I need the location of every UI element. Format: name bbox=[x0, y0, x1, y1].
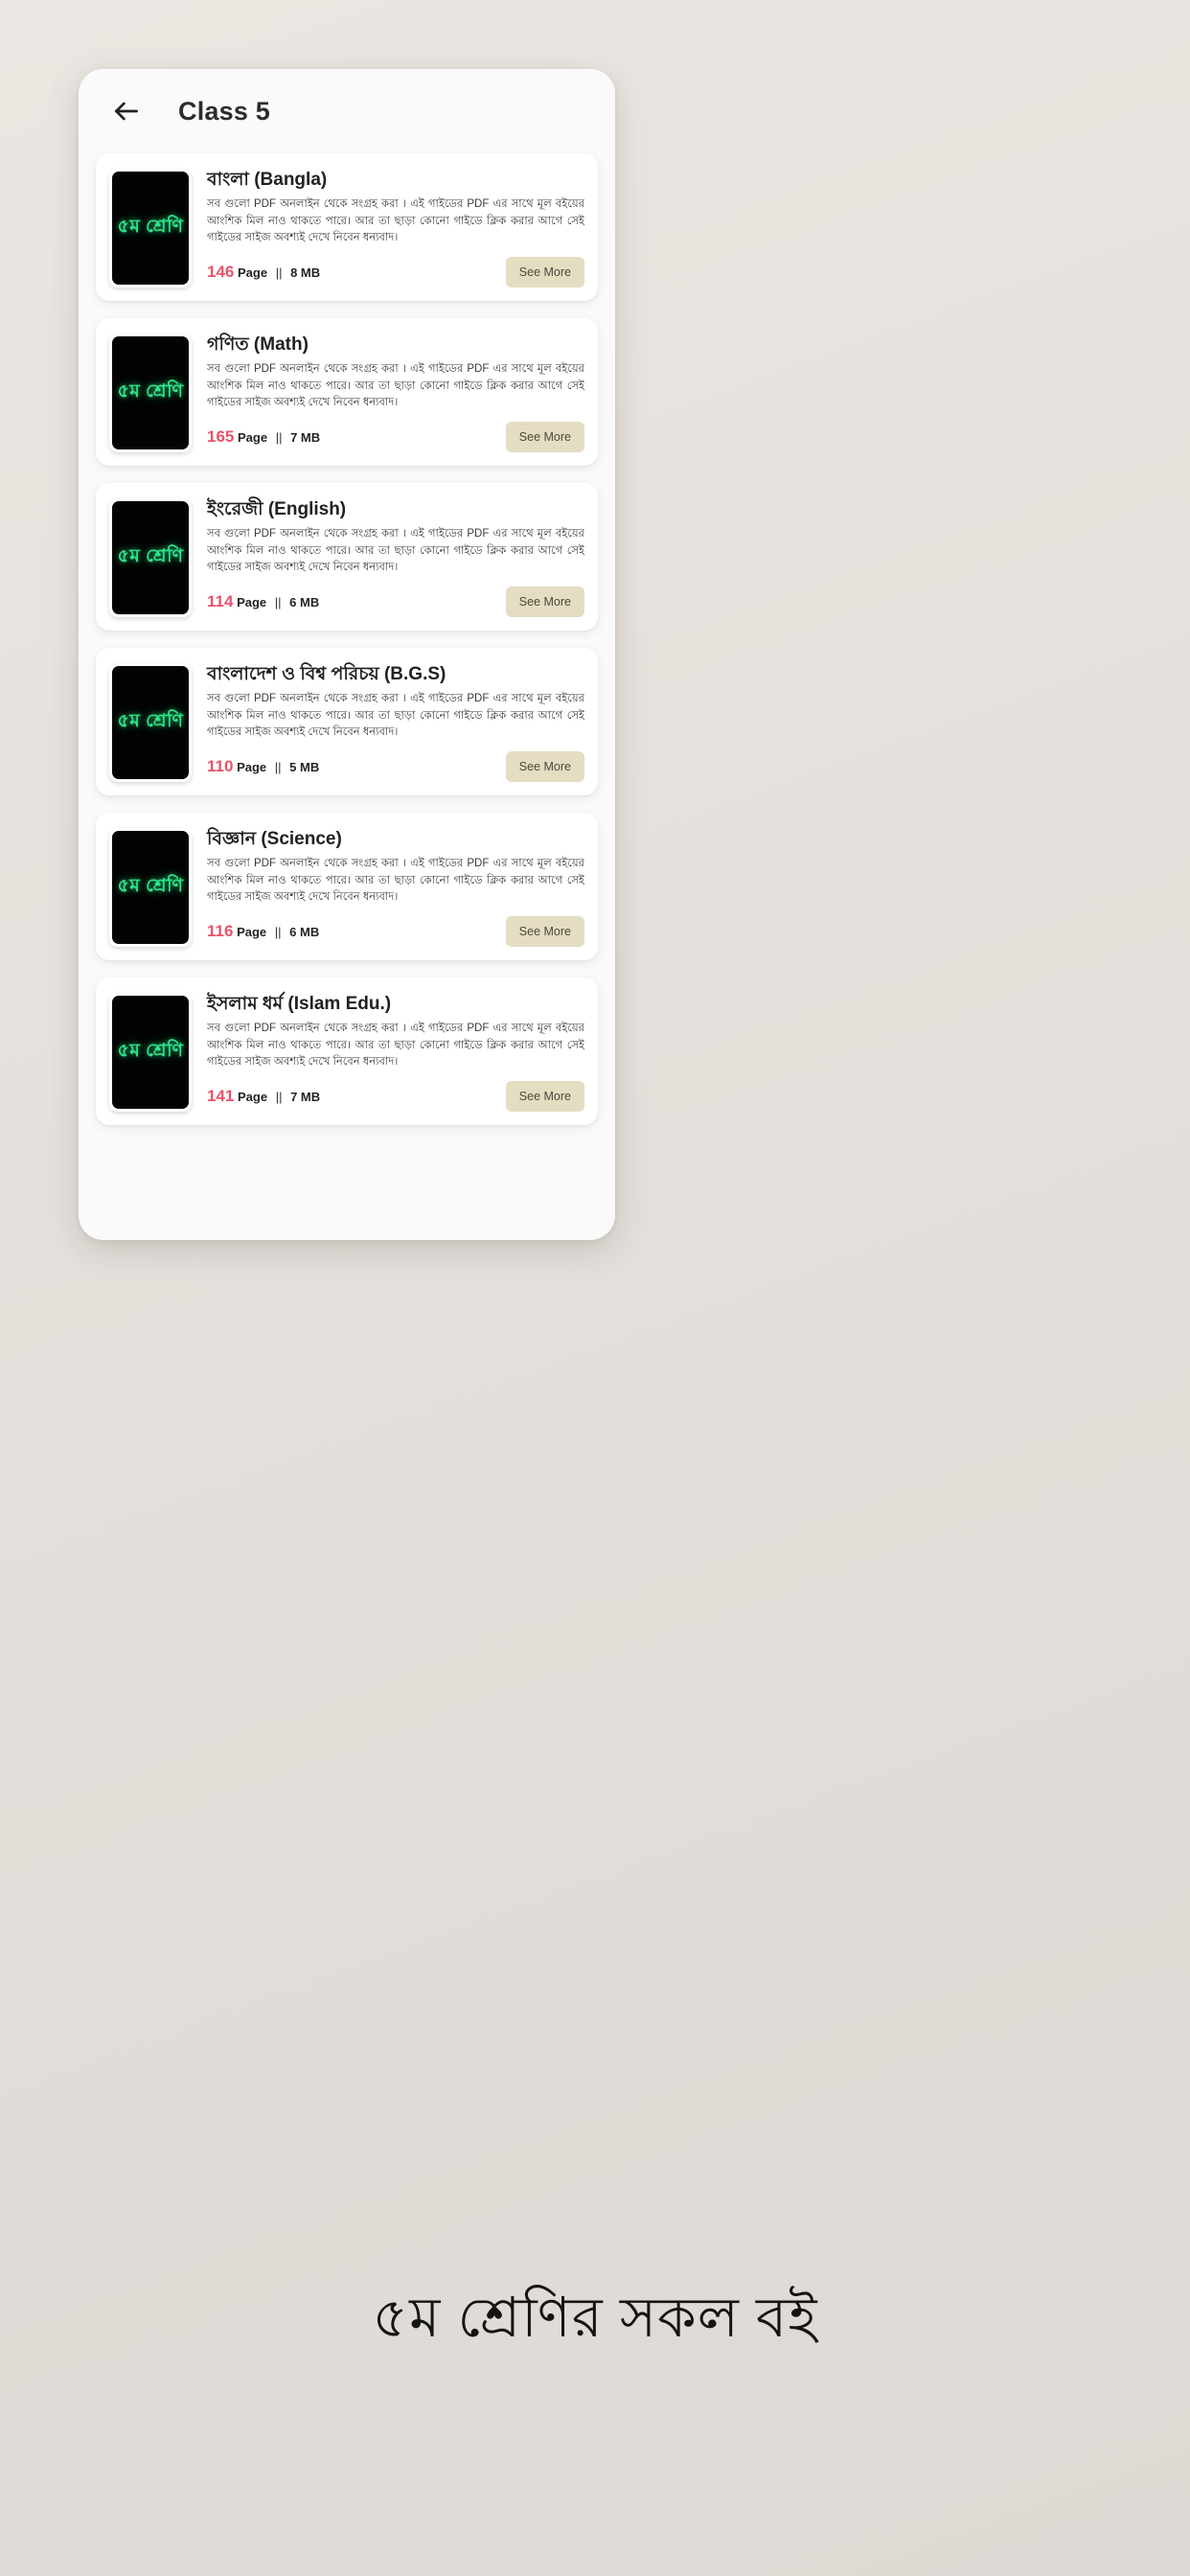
thumbnail-label: ৫ম শ্রেণি bbox=[117, 546, 184, 566]
book-thumbnail: ৫ম শ্রেণি bbox=[109, 828, 192, 947]
book-meta: 141 Page || 7 MB bbox=[207, 1087, 320, 1106]
page-count: 165 bbox=[207, 427, 235, 446]
thumbnail-image: ৫ম শ্রেণি bbox=[112, 501, 189, 614]
book-description: সব গুলো PDF অনলাইন থেকে সংগ্রহ করা । এই … bbox=[207, 692, 584, 739]
book-footer: 116 Page || 6 MB See More bbox=[207, 916, 584, 947]
screenshot-root: Class 5 ৫ম শ্রেণি বাংলা (Bangla) সব গুলো… bbox=[0, 0, 1190, 2576]
meta-separator: || bbox=[275, 265, 283, 280]
back-button[interactable] bbox=[102, 86, 151, 136]
book-card[interactable]: ৫ম শ্রেণি বাংলা (Bangla) সব গুলো PDF অনল… bbox=[96, 153, 598, 301]
book-title: ইংরেজী (English) bbox=[207, 499, 347, 519]
bottom-caption: ৫ম শ্রেণির সকল বই bbox=[372, 2287, 818, 2349]
thumbnail-image: ৫ম শ্রেণি bbox=[112, 666, 189, 779]
page-unit: Page bbox=[238, 265, 268, 280]
see-more-button[interactable]: See More bbox=[505, 422, 584, 452]
phone-frame: Class 5 ৫ম শ্রেণি বাংলা (Bangla) সব গুলো… bbox=[79, 69, 615, 1240]
book-description: সব গুলো PDF অনলাইন থেকে সংগ্রহ করা । এই … bbox=[207, 197, 584, 244]
book-footer: 114 Page || 6 MB See More bbox=[207, 586, 584, 617]
page-count: 146 bbox=[207, 263, 235, 281]
book-meta: 146 Page || 8 MB bbox=[207, 263, 320, 282]
page-unit: Page bbox=[237, 925, 267, 939]
meta-separator: || bbox=[275, 430, 283, 445]
page-count: 114 bbox=[207, 592, 234, 610]
thumbnail-label: ৫ম শ্রেণি bbox=[117, 1041, 184, 1061]
book-list: ৫ম শ্রেণি বাংলা (Bangla) সব গুলো PDF অনল… bbox=[79, 153, 615, 1152]
book-thumbnail: ৫ম শ্রেণি bbox=[109, 169, 192, 288]
file-size: 5 MB bbox=[289, 760, 320, 774]
book-title: গণিত (Math) bbox=[207, 334, 309, 355]
book-card[interactable]: ৫ম শ্রেণি ইংরেজী (English) সব গুলো PDF অ… bbox=[96, 483, 598, 631]
book-description: সব গুলো PDF অনলাইন থেকে সংগ্রহ করা । এই … bbox=[207, 362, 584, 409]
file-size: 6 MB bbox=[289, 595, 320, 610]
book-footer: 110 Page || 5 MB See More bbox=[207, 751, 584, 782]
thumbnail-image: ৫ম শ্রেণি bbox=[112, 172, 189, 285]
meta-separator: || bbox=[274, 925, 282, 939]
book-info: গণিত (Math) সব গুলো PDF অনলাইন থেকে সংগ্… bbox=[192, 334, 584, 452]
book-description: সব গুলো PDF অনলাইন থেকে সংগ্রহ করা । এই … bbox=[207, 857, 584, 904]
book-card[interactable]: ৫ম শ্রেণি বিজ্ঞান (Science) সব গুলো PDF … bbox=[96, 813, 598, 960]
book-card[interactable]: ৫ম শ্রেণি গণিত (Math) সব গুলো PDF অনলাইন… bbox=[96, 318, 598, 466]
see-more-button[interactable]: See More bbox=[505, 1081, 584, 1112]
file-size: 8 MB bbox=[290, 265, 321, 280]
book-title: বাংলাদেশ ও বিশ্ব পরিচয় (B.G.S) bbox=[207, 664, 446, 684]
book-description: সব গুলো PDF অনলাইন থেকে সংগ্রহ করা । এই … bbox=[207, 1022, 584, 1069]
book-thumbnail: ৫ম শ্রেণি bbox=[109, 993, 192, 1112]
book-thumbnail: ৫ম শ্রেণি bbox=[109, 663, 192, 782]
page-count: 141 bbox=[207, 1087, 235, 1105]
meta-separator: || bbox=[274, 760, 282, 774]
app-bar: Class 5 bbox=[79, 69, 615, 153]
see-more-button[interactable]: See More bbox=[505, 751, 584, 782]
see-more-button[interactable]: See More bbox=[505, 916, 584, 947]
page-count: 110 bbox=[207, 757, 234, 775]
thumbnail-label: ৫ম শ্রেণি bbox=[117, 381, 184, 402]
file-size: 6 MB bbox=[289, 925, 320, 939]
book-title: বিজ্ঞান (Science) bbox=[207, 829, 342, 849]
book-meta: 116 Page || 6 MB bbox=[207, 922, 319, 941]
thumbnail-image: ৫ম শ্রেণি bbox=[112, 336, 189, 449]
book-card[interactable]: ৫ম শ্রেণি ইসলাম ধর্ম (Islam Edu.) সব গুল… bbox=[96, 978, 598, 1125]
book-card[interactable]: ৫ম শ্রেণি বাংলাদেশ ও বিশ্ব পরিচয় (B.G.S… bbox=[96, 648, 598, 795]
meta-separator: || bbox=[275, 1090, 283, 1104]
book-thumbnail: ৫ম শ্রেণি bbox=[109, 334, 192, 452]
thumbnail-image: ৫ম শ্রেণি bbox=[112, 996, 189, 1109]
book-title: ইসলাম ধর্ম (Islam Edu.) bbox=[207, 994, 392, 1014]
book-info: বাংলা (Bangla) সব গুলো PDF অনলাইন থেকে স… bbox=[192, 169, 584, 288]
page-title: Class 5 bbox=[178, 96, 270, 126]
arrow-left-icon bbox=[111, 96, 142, 126]
thumbnail-label: ৫ম শ্রেণি bbox=[117, 217, 184, 237]
thumbnail-image: ৫ম শ্রেণি bbox=[112, 831, 189, 944]
book-footer: 146 Page || 8 MB See More bbox=[207, 257, 584, 288]
see-more-button[interactable]: See More bbox=[505, 257, 584, 288]
see-more-button[interactable]: See More bbox=[505, 586, 584, 617]
book-info: বিজ্ঞান (Science) সব গুলো PDF অনলাইন থেক… bbox=[192, 828, 584, 947]
page-unit: Page bbox=[238, 430, 268, 445]
thumbnail-label: ৫ম শ্রেণি bbox=[117, 876, 184, 896]
book-info: বাংলাদেশ ও বিশ্ব পরিচয় (B.G.S) সব গুলো … bbox=[192, 663, 584, 782]
book-info: ইসলাম ধর্ম (Islam Edu.) সব গুলো PDF অনলা… bbox=[192, 993, 584, 1112]
book-meta: 165 Page || 7 MB bbox=[207, 427, 320, 447]
meta-separator: || bbox=[274, 595, 282, 610]
page-unit: Page bbox=[237, 760, 267, 774]
book-info: ইংরেজী (English) সব গুলো PDF অনলাইন থেকে… bbox=[192, 498, 584, 617]
page-unit: Page bbox=[237, 595, 267, 610]
book-description: সব গুলো PDF অনলাইন থেকে সংগ্রহ করা । এই … bbox=[207, 527, 584, 574]
book-thumbnail: ৫ম শ্রেণি bbox=[109, 498, 192, 617]
book-footer: 165 Page || 7 MB See More bbox=[207, 422, 584, 452]
page-unit: Page bbox=[238, 1090, 268, 1104]
book-meta: 110 Page || 5 MB bbox=[207, 757, 319, 776]
file-size: 7 MB bbox=[290, 430, 321, 445]
thumbnail-label: ৫ম শ্রেণি bbox=[117, 711, 184, 731]
book-meta: 114 Page || 6 MB bbox=[207, 592, 319, 611]
book-footer: 141 Page || 7 MB See More bbox=[207, 1081, 584, 1112]
page-count: 116 bbox=[207, 922, 234, 940]
book-title: বাংলা (Bangla) bbox=[207, 170, 328, 190]
file-size: 7 MB bbox=[290, 1090, 321, 1104]
